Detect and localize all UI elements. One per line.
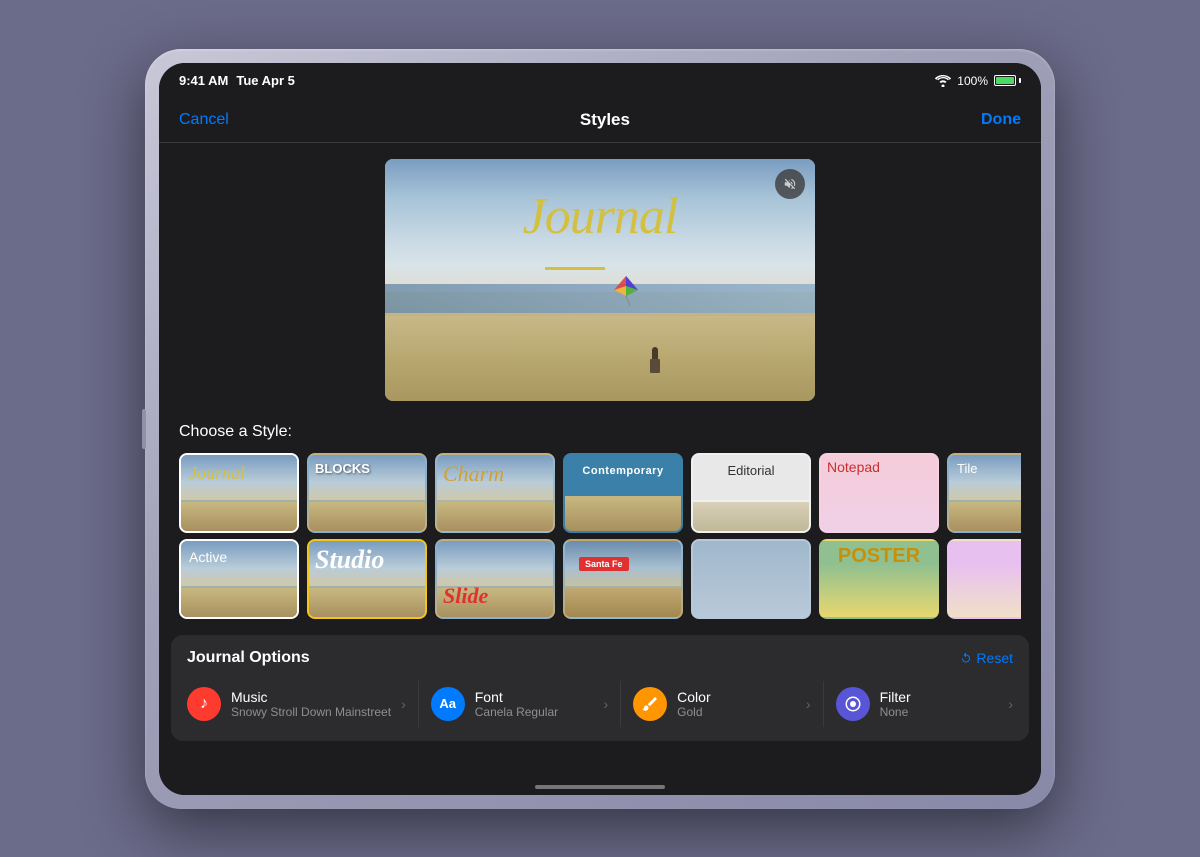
ipad-device: 9:41 AM Tue Apr 5 100%	[145, 49, 1055, 809]
status-right: 100%	[935, 74, 1021, 88]
main-area: Journal Choose a Style:	[159, 143, 1041, 795]
status-bar: 9:41 AM Tue Apr 5 100%	[159, 63, 1041, 99]
option-color[interactable]: Color Gold ›	[633, 681, 823, 727]
font-chevron: ›	[603, 696, 608, 712]
status-left: 9:41 AM Tue Apr 5	[179, 73, 295, 88]
home-bar	[535, 785, 665, 789]
style-item-journal[interactable]: Journal	[179, 453, 299, 533]
option-font-text: Font Canela Regular	[475, 689, 594, 719]
option-color-text: Color Gold	[677, 689, 796, 719]
style-journal-label: Journal	[189, 463, 245, 484]
filter-icon-circle	[836, 687, 870, 721]
style-item-notepad[interactable]: Notepad	[819, 453, 939, 533]
beach-figure	[650, 347, 660, 373]
filter-value: None	[880, 705, 999, 719]
style-contemporary-label: Contemporary	[565, 465, 681, 477]
color-icon	[641, 695, 659, 713]
style-section-label: Choose a Style:	[179, 423, 1021, 441]
style-slide-label: Slide	[443, 583, 488, 609]
cancel-button[interactable]: Cancel	[179, 111, 229, 129]
font-icon: Aa	[439, 696, 456, 711]
preview-title: Journal	[385, 187, 815, 246]
styles-row-1: Journal Blocks Charm	[179, 453, 1021, 533]
style-item-tile[interactable]: Tile	[947, 453, 1021, 533]
style-active-label: Active	[189, 549, 227, 565]
style-item-sticker[interactable]	[947, 539, 1021, 619]
filter-icon	[844, 695, 862, 713]
preview-sea	[385, 284, 815, 313]
reset-button[interactable]: Reset	[960, 650, 1013, 666]
kite-decoration	[610, 274, 642, 306]
music-icon: ♪	[200, 695, 208, 713]
style-item-poster[interactable]: POSTER	[819, 539, 939, 619]
reset-icon	[960, 652, 972, 664]
style-tile-label: Tile	[957, 461, 977, 476]
filter-label: Filter	[880, 689, 999, 705]
color-icon-circle	[633, 687, 667, 721]
style-studio-label: Studio	[315, 545, 384, 575]
style-item-slide[interactable]: Slide	[435, 539, 555, 619]
style-item-blocks[interactable]: Blocks	[307, 453, 427, 533]
nav-bar: Cancel Styles Done	[159, 99, 1041, 143]
ipad-screen: 9:41 AM Tue Apr 5 100%	[159, 63, 1041, 795]
battery-percent: 100%	[957, 74, 988, 88]
style-active-arrow: →	[191, 567, 202, 579]
music-icon-circle: ♪	[187, 687, 221, 721]
style-item-studio[interactable]: Studio	[307, 539, 427, 619]
color-chevron: ›	[806, 696, 811, 712]
style-editorial-label: Editorial	[693, 463, 809, 478]
style-item-charm[interactable]: Charm	[435, 453, 555, 533]
font-value: Canela Regular	[475, 705, 594, 719]
screen-content: Cancel Styles Done	[159, 99, 1041, 795]
mute-button[interactable]	[775, 169, 805, 199]
options-title: Journal Options	[187, 649, 310, 667]
done-button[interactable]: Done	[981, 111, 1021, 129]
music-value: Snowy Stroll Down Mainstreet	[231, 705, 391, 719]
preview-container: Journal	[385, 159, 815, 401]
font-label: Font	[475, 689, 594, 705]
preview-background: Journal	[385, 159, 815, 401]
style-blocks-label: Blocks	[315, 461, 370, 476]
date-display: Tue Apr 5	[236, 73, 295, 88]
style-poster-label: POSTER	[821, 545, 937, 568]
time-display: 9:41 AM	[179, 73, 228, 88]
preview-line	[545, 267, 605, 270]
wifi-icon	[935, 75, 951, 87]
style-section: Choose a Style: Journal	[159, 411, 1041, 625]
preview-beach	[385, 316, 815, 401]
style-item-santafe[interactable]: Santa Fe	[563, 539, 683, 619]
color-label: Color	[677, 689, 796, 705]
style-item-active[interactable]: Active →	[179, 539, 299, 619]
mute-icon	[783, 177, 797, 191]
style-item-editorial[interactable]: Editorial	[691, 453, 811, 533]
style-charm-label: Charm	[443, 461, 504, 487]
style-item-contemporary[interactable]: Contemporary	[563, 453, 683, 533]
preview-section: Journal	[159, 143, 1041, 411]
music-label: Music	[231, 689, 391, 705]
nav-title: Styles	[580, 110, 630, 130]
option-font[interactable]: Aa Font Canela Regular ›	[431, 681, 621, 727]
side-button	[142, 409, 146, 449]
color-value: Gold	[677, 705, 796, 719]
style-santafe-badge: Santa Fe	[579, 557, 629, 571]
style-item-mini[interactable]	[691, 539, 811, 619]
filter-chevron: ›	[1008, 696, 1013, 712]
battery-icon	[994, 75, 1021, 86]
option-filter[interactable]: Filter None ›	[836, 681, 1013, 727]
option-music[interactable]: ♪ Music Snowy Stroll Down Mainstreet ›	[187, 681, 419, 727]
music-chevron: ›	[401, 696, 406, 712]
option-music-text: Music Snowy Stroll Down Mainstreet	[231, 689, 391, 719]
option-filter-text: Filter None	[880, 689, 999, 719]
options-row: ♪ Music Snowy Stroll Down Mainstreet ›	[187, 681, 1013, 727]
journal-options-section: Journal Options Reset ♪	[171, 635, 1029, 741]
style-notepad-label: Notepad	[827, 459, 880, 475]
styles-row-2: Active → Studio Sl	[179, 539, 1021, 619]
reset-label: Reset	[976, 650, 1013, 666]
options-header: Journal Options Reset	[187, 649, 1013, 667]
font-icon-circle: Aa	[431, 687, 465, 721]
